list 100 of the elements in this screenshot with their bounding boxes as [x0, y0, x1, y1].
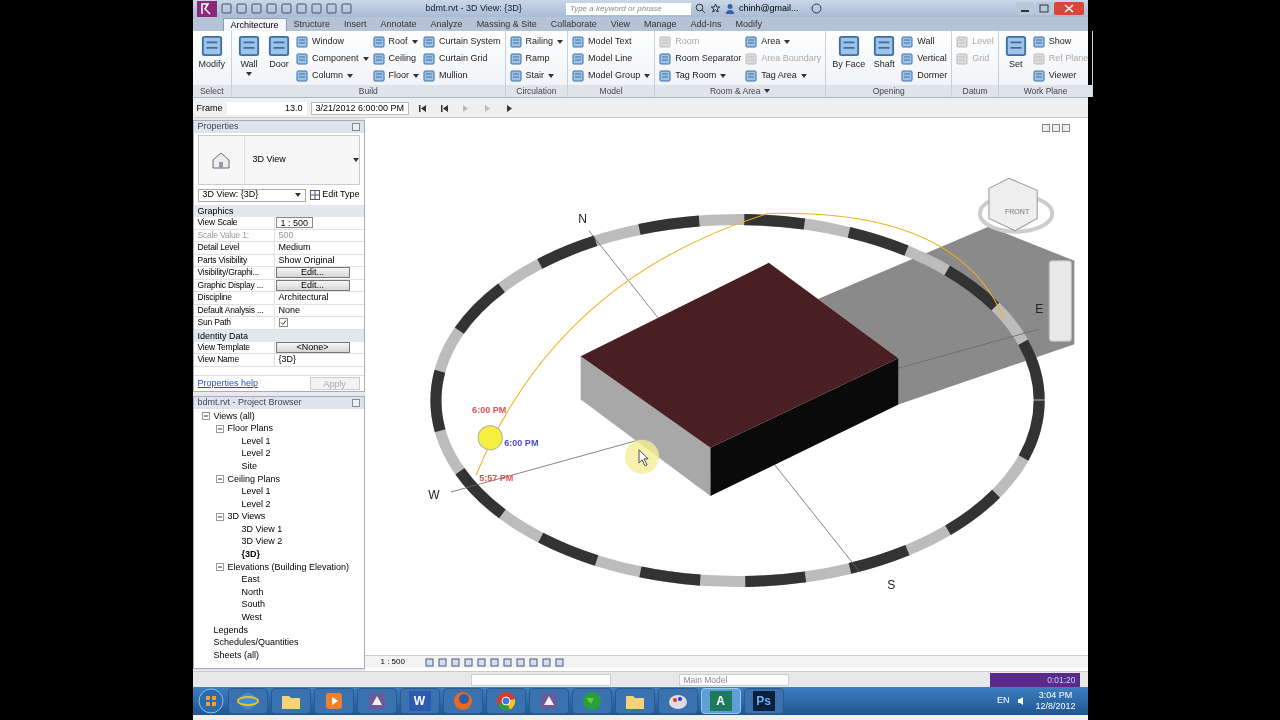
ribbon-button[interactable]: Wall: [901, 35, 948, 49]
ribbon-button[interactable]: Dormer: [901, 69, 948, 83]
tree-item[interactable]: Schedules/Quantities: [213, 636, 299, 650]
panel-label[interactable]: Work Plane: [998, 85, 1093, 97]
ribbon-button[interactable]: Ramp: [509, 52, 564, 66]
panel-label[interactable]: Room & Area: [655, 85, 826, 97]
ribbon-button[interactable]: Viewer: [1032, 69, 1089, 83]
ribbon-button[interactable]: Door: [266, 35, 292, 71]
ribbon-button[interactable]: Railing: [509, 35, 564, 49]
model-dropdown[interactable]: Main Model: [678, 673, 789, 686]
ribbon-tab[interactable]: Architecture: [222, 18, 287, 31]
tree-item[interactable]: Sheets (all): [213, 648, 260, 663]
panel-label[interactable]: Circulation: [505, 85, 568, 97]
toolbar-icon[interactable]: [340, 3, 352, 14]
ribbon-button[interactable]: Shaft: [871, 35, 898, 71]
tree-item[interactable]: South: [241, 598, 266, 612]
ribbon-tab[interactable]: Annotate: [373, 18, 424, 31]
minimize-icon[interactable]: [1015, 2, 1034, 15]
taskbar-button[interactable]: [528, 688, 569, 714]
viewcube-icon[interactable]: [977, 177, 1054, 234]
taskbar-button[interactable]: [571, 688, 612, 714]
scale-label[interactable]: 1 : 500: [380, 656, 421, 668]
toolbar-icon[interactable]: [325, 3, 337, 14]
edit-button[interactable]: Edit...: [275, 267, 350, 279]
toolbar-icon[interactable]: [295, 3, 307, 14]
tree-item[interactable]: Level 1: [241, 485, 271, 499]
user-icon[interactable]: [724, 3, 735, 14]
tree-item[interactable]: Views (all): [213, 409, 255, 424]
app-logo[interactable]: [196, 0, 217, 17]
recorder-widget[interactable]: 0:01:20: [989, 672, 1080, 687]
taskbar-button[interactable]: [313, 688, 354, 714]
close-icon[interactable]: [1061, 124, 1070, 132]
panel-label[interactable]: Datum: [952, 85, 998, 97]
toolbar-icon[interactable]: [310, 3, 322, 14]
ribbon-button[interactable]: Model Line: [572, 52, 651, 66]
ribbon-tab[interactable]: Manage: [637, 18, 684, 31]
instance-dropdown[interactable]: 3D View: {3D}: [197, 188, 307, 202]
close-icon[interactable]: [351, 123, 360, 131]
tree-item[interactable]: Level 2: [241, 447, 271, 461]
ribbon-button[interactable]: Model Text: [572, 35, 651, 49]
ribbon-tab[interactable]: Insert: [337, 18, 374, 31]
ribbon-tab[interactable]: Add-Ins: [683, 18, 729, 31]
ribbon-button[interactable]: Floor: [372, 69, 420, 83]
ribbon-button[interactable]: Roof: [372, 35, 420, 49]
ribbon-button[interactable]: Window: [296, 35, 369, 49]
tree-item[interactable]: North: [241, 585, 264, 600]
ribbon-button[interactable]: By Face: [830, 35, 868, 71]
ribbon-button[interactable]: Area: [745, 35, 822, 49]
user-name[interactable]: chinh@gmail...: [738, 1, 799, 16]
toolbar-icon[interactable]: [220, 3, 232, 14]
ribbon-button[interactable]: Column: [296, 69, 369, 83]
restore-icon[interactable]: [1051, 124, 1060, 132]
tree-item[interactable]: Elevations (Building Elevation): [227, 560, 350, 575]
star-icon[interactable]: [709, 3, 721, 14]
ribbon-button[interactable]: Set: [1002, 35, 1029, 71]
panel-label[interactable]: Select: [192, 85, 231, 97]
panel-label[interactable]: Opening: [826, 85, 952, 97]
help-icon[interactable]: [810, 3, 822, 14]
collapse-icon[interactable]: [215, 475, 224, 484]
ribbon-button[interactable]: Component: [296, 52, 369, 66]
toolbar-icon[interactable]: [280, 3, 292, 14]
date-field[interactable]: 3/21/2012 6:00:00 PM: [310, 102, 410, 115]
close-icon[interactable]: [1053, 2, 1084, 15]
ribbon-tab[interactable]: Modify: [728, 18, 770, 31]
ribbon-button[interactable]: Wall: [236, 35, 262, 77]
ribbon-button[interactable]: Show: [1032, 35, 1089, 49]
taskbar-button[interactable]: Ps: [743, 688, 784, 714]
ribbon-button[interactable]: Curtain Grid: [423, 52, 501, 66]
minimize-icon[interactable]: [1041, 124, 1050, 132]
taskbar-button[interactable]: [227, 688, 268, 714]
tree-item[interactable]: East: [241, 573, 260, 587]
ribbon-button[interactable]: Ceiling: [372, 52, 420, 66]
properties-help-link[interactable]: Properties help: [197, 376, 259, 391]
toolbar-icon[interactable]: [250, 3, 262, 14]
tree-item[interactable]: 3D View 1: [241, 522, 283, 537]
collapse-icon[interactable]: [201, 412, 210, 421]
ribbon-button[interactable]: Mullion: [423, 69, 501, 83]
edit-button[interactable]: Edit...: [275, 279, 350, 291]
type-selector[interactable]: 3D View: [197, 135, 360, 185]
tree-item[interactable]: Level 1: [241, 434, 271, 449]
toolbar-icon[interactable]: [235, 3, 247, 14]
taskbar-button[interactable]: [614, 688, 655, 714]
ribbon-tab[interactable]: View: [603, 18, 638, 31]
close-icon[interactable]: [351, 399, 360, 407]
ribbon-tab[interactable]: Structure: [286, 18, 338, 31]
search-field[interactable]: Type a keyword or phrase: [565, 2, 691, 15]
group-header[interactable]: Graphics: [193, 205, 364, 217]
tree-item[interactable]: 3D View 2: [241, 535, 283, 549]
edit-button[interactable]: <None>: [275, 341, 350, 353]
search-icon[interactable]: [694, 3, 706, 14]
ribbon-button[interactable]: Model Group: [572, 69, 651, 83]
ribbon-button[interactable]: Modify: [196, 35, 227, 71]
taskbar-button[interactable]: A: [700, 688, 741, 714]
taskbar-button[interactable]: [270, 688, 311, 714]
tree-item[interactable]: West: [241, 611, 262, 625]
collapse-icon[interactable]: [215, 563, 224, 572]
taskbar-button[interactable]: [356, 688, 397, 714]
panel-label[interactable]: Model: [568, 85, 655, 97]
taskbar-button[interactable]: [485, 688, 526, 714]
ribbon-button[interactable]: Stair: [509, 69, 564, 83]
